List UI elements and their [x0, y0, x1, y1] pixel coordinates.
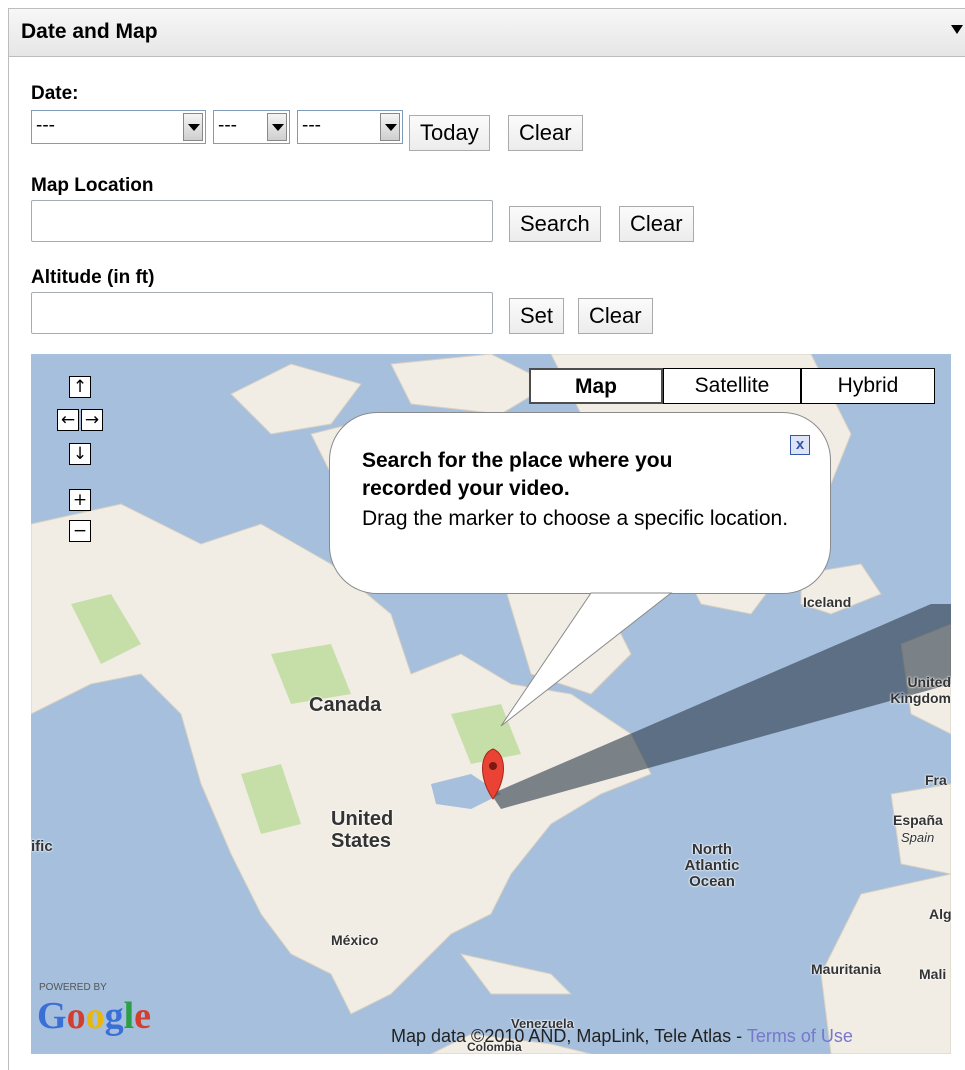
location-clear-button[interactable]: Clear [619, 206, 694, 242]
label-mali: Mali [919, 966, 947, 982]
label-mauritania: Mauritania [811, 961, 882, 977]
chevron-down-icon[interactable] [267, 113, 287, 141]
map-attribution: Map data ©2010 AND, MapLink, Tele Atlas … [391, 1026, 853, 1047]
label-united-kingdom: United Kingdom [890, 674, 951, 706]
terms-of-use-link[interactable]: Terms of Use [747, 1026, 853, 1046]
map-location-label: Map Location [31, 175, 154, 196]
label-canada: Canada [309, 694, 382, 716]
month-select[interactable]: --- [31, 110, 206, 144]
label-iceland: Iceland [803, 594, 852, 610]
label-spain: Spain [901, 830, 935, 845]
today-button[interactable]: Today [409, 115, 490, 151]
panel-header[interactable]: Date and Map [9, 9, 965, 57]
date-and-map-panel: Date and Map Date: --- --- --- Today Cle… [8, 8, 965, 1070]
label-united-states: United States [331, 808, 394, 852]
pan-left-icon[interactable]: ← [57, 409, 79, 431]
altitude-clear-button[interactable]: Clear [578, 298, 653, 334]
panel-title: Date and Map [21, 20, 158, 43]
map-type-map[interactable]: Map [529, 368, 663, 404]
map-location-input[interactable] [31, 200, 493, 242]
info-window-title: Search for the place where you recorded … [362, 449, 673, 500]
pan-down-icon[interactable]: ↓ [69, 443, 91, 465]
attribution-text: Map data ©2010 AND, MapLink, Tele Atlas … [391, 1026, 743, 1046]
search-button[interactable]: Search [509, 206, 601, 242]
label-mexico: México [331, 932, 379, 948]
altitude-input[interactable] [31, 292, 493, 334]
info-window-text: Drag the marker to choose a specific loc… [362, 507, 789, 530]
label-north-atlantic-ocean: North Atlantic Ocean [684, 841, 740, 890]
label-france: Fra [925, 772, 947, 788]
year-select-value: --- [302, 115, 321, 136]
pan-up-icon[interactable]: ↑ [69, 376, 91, 398]
chevron-down-icon[interactable] [380, 113, 400, 141]
map-canvas[interactable]: ↑ ← → ↓ + − Map Satellite Hybrid Search … [31, 354, 951, 1054]
map-type-satellite[interactable]: Satellite [663, 368, 801, 404]
info-window: Search for the place where you recorded … [329, 412, 831, 594]
zoom-out-icon[interactable]: − [69, 520, 91, 542]
collapse-triangle-icon[interactable] [951, 25, 963, 34]
year-select[interactable]: --- [297, 110, 403, 144]
date-clear-button[interactable]: Clear [508, 115, 583, 151]
google-logo[interactable]: Google [37, 994, 151, 1038]
set-button[interactable]: Set [509, 298, 565, 334]
chevron-down-icon[interactable] [183, 113, 203, 141]
map-type-hybrid[interactable]: Hybrid [801, 368, 935, 404]
close-icon[interactable]: x [790, 435, 810, 455]
month-select-value: --- [36, 115, 55, 136]
label-espana: España [893, 812, 943, 828]
powered-by-text: POWERED BY [39, 982, 107, 993]
label-pacific: ific [31, 838, 53, 855]
day-select-value: --- [218, 115, 237, 136]
day-select[interactable]: --- [213, 110, 290, 144]
pan-right-icon[interactable]: → [81, 409, 103, 431]
label-algeria: Alg [929, 906, 951, 922]
zoom-in-icon[interactable]: + [69, 489, 91, 511]
date-label: Date: [31, 83, 79, 104]
altitude-label: Altitude (in ft) [31, 267, 155, 288]
